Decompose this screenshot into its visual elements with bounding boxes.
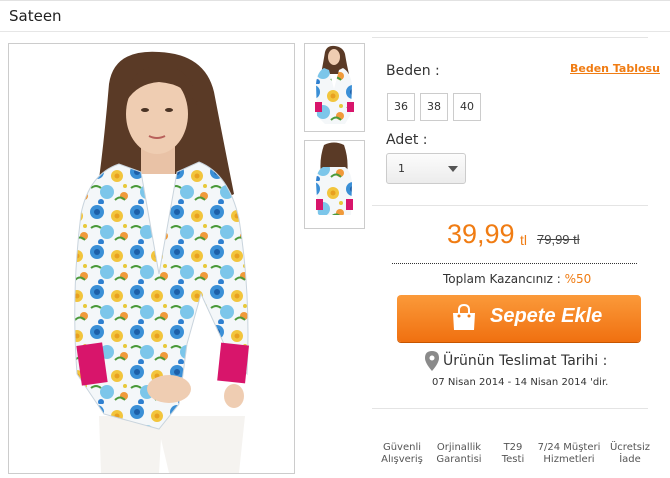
panel-divider-options — [372, 205, 648, 206]
thumbnail-front-illustration — [305, 44, 364, 131]
quantity-selected-value: 1 — [398, 162, 405, 175]
feature-line1: Güvenli — [382, 442, 422, 453]
add-to-cart-button[interactable]: Sepete Ekle — [397, 295, 641, 342]
size-label: Beden : — [386, 63, 440, 79]
top-divider — [0, 0, 670, 1]
brand-name[interactable]: Sateen — [9, 7, 62, 25]
quantity-label: Adet : — [386, 132, 428, 148]
chevron-down-icon — [448, 166, 458, 172]
size-chart-link[interactable]: Beden Tablosu — [570, 62, 660, 75]
panel-divider-bottom — [372, 408, 648, 409]
thumbnail-back-illustration — [305, 141, 364, 228]
feature-line2: Testi — [501, 454, 525, 465]
feature-originality-guarantee[interactable]: Orjinallik Garantisi — [432, 442, 486, 466]
panel-divider-top — [372, 37, 648, 38]
old-price: 79,99 tl — [537, 232, 580, 247]
feature-secure-shopping[interactable]: Güvenli Alışveriş — [379, 442, 425, 466]
feature-line1: Ücretsiz — [609, 442, 651, 453]
model-in-floral-blazer-illustration — [9, 44, 294, 473]
price-currency: tl — [520, 232, 527, 248]
feature-line1: Orjinallik — [436, 442, 482, 453]
size-option-36[interactable]: 36 — [387, 93, 415, 121]
product-thumbnail-back[interactable] — [304, 140, 365, 229]
delivery-title: Ürünün Teslimat Tarihi : — [443, 353, 608, 369]
add-to-cart-label: Sepete Ekle — [490, 305, 603, 327]
feature-line2: Hizmetleri — [543, 454, 595, 465]
feature-line1: T29 — [503, 442, 523, 453]
savings-percent: %50 — [564, 272, 592, 286]
feature-line1: 7/24 Müşteri — [537, 442, 601, 453]
feature-line2: Alışveriş — [381, 454, 423, 465]
current-price: 39,99 — [447, 219, 515, 249]
header-divider — [0, 31, 670, 32]
feature-line2: İade — [619, 454, 641, 465]
savings-info: Toplam Kazancınız : %50 — [443, 272, 591, 286]
shopping-bag-icon — [453, 304, 475, 330]
price-divider — [392, 263, 637, 264]
feature-free-return[interactable]: Ücretsiz İade — [608, 442, 652, 466]
delivery-date: 07 Nisan 2014 - 14 Nisan 2014 'dir. — [432, 377, 609, 388]
feature-customer-service[interactable]: 7/24 Müşteri Hizmetleri — [536, 442, 602, 466]
product-thumbnail-front[interactable] — [304, 43, 365, 132]
savings-label: Toplam Kazancınız : — [443, 272, 561, 286]
feature-t29-test[interactable]: T29 Testi — [496, 442, 530, 466]
feature-line2: Garantisi — [436, 454, 482, 465]
size-option-38[interactable]: 38 — [420, 93, 448, 121]
quantity-select[interactable]: 1 — [386, 153, 466, 184]
product-main-image[interactable] — [8, 43, 295, 474]
size-option-40[interactable]: 40 — [453, 93, 481, 121]
location-pin-icon — [425, 351, 439, 371]
